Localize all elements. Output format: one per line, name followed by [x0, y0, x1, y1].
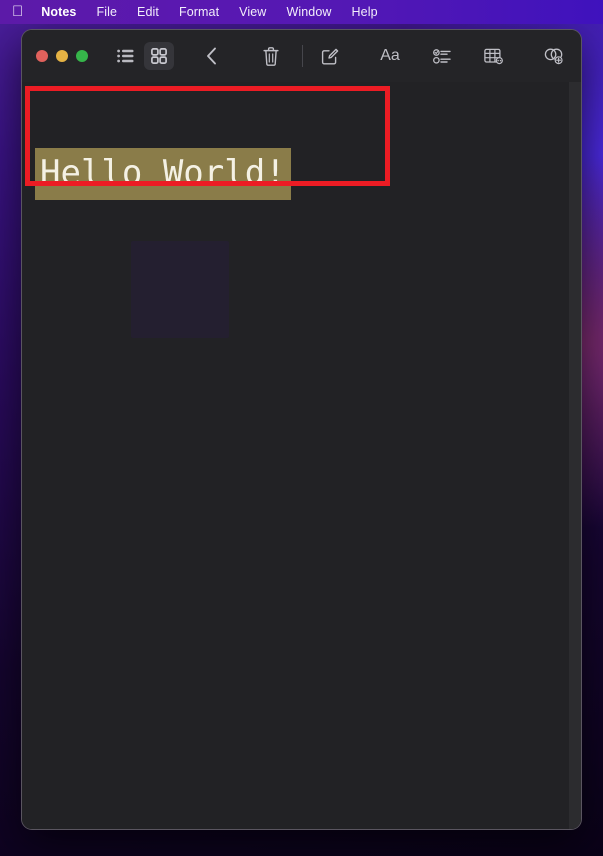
notes-window: Aa Hello World!: [21, 29, 582, 830]
text-format-icon[interactable]: Aa: [375, 42, 405, 70]
notes-toolbar: Aa: [22, 30, 581, 82]
editor-right-edge-strip: [569, 82, 581, 829]
grid-view-icon[interactable]: [144, 42, 174, 70]
note-editor-canvas[interactable]: Hello World!: [22, 82, 581, 829]
link-add-icon[interactable]: [539, 42, 569, 70]
menu-item-window[interactable]: Window: [286, 5, 331, 19]
minimize-button[interactable]: [56, 50, 68, 62]
macos-menu-bar:  Notes File Edit Format View Window Hel…: [0, 0, 603, 24]
traffic-lights: [36, 50, 88, 62]
note-body-text[interactable]: Hello World!: [35, 148, 291, 200]
background-note-card-ghost: [131, 241, 229, 338]
menu-item-format[interactable]: Format: [179, 5, 219, 19]
toolbar-divider: [302, 45, 303, 67]
menu-item-file[interactable]: File: [96, 5, 117, 19]
apple-menu-icon[interactable]: : [12, 4, 23, 19]
menu-item-help[interactable]: Help: [352, 5, 378, 19]
more-options-icon[interactable]: »: [573, 42, 581, 70]
list-view-icon[interactable]: [110, 42, 140, 70]
format-label: Aa: [380, 47, 400, 64]
zoom-button[interactable]: [76, 50, 88, 62]
close-button[interactable]: [36, 50, 48, 62]
compose-note-icon[interactable]: [315, 42, 345, 70]
menu-item-notes[interactable]: Notes: [41, 5, 76, 19]
menu-item-edit[interactable]: Edit: [137, 5, 159, 19]
menu-item-view[interactable]: View: [239, 5, 266, 19]
back-chevron-icon[interactable]: [196, 42, 226, 70]
trash-icon[interactable]: [256, 42, 286, 70]
note-text-line[interactable]: Hello World!: [35, 148, 291, 200]
desktop-screen:  Notes File Edit Format View Window Hel…: [0, 0, 603, 856]
table-icon[interactable]: [479, 42, 509, 70]
checklist-icon[interactable]: [427, 42, 457, 70]
